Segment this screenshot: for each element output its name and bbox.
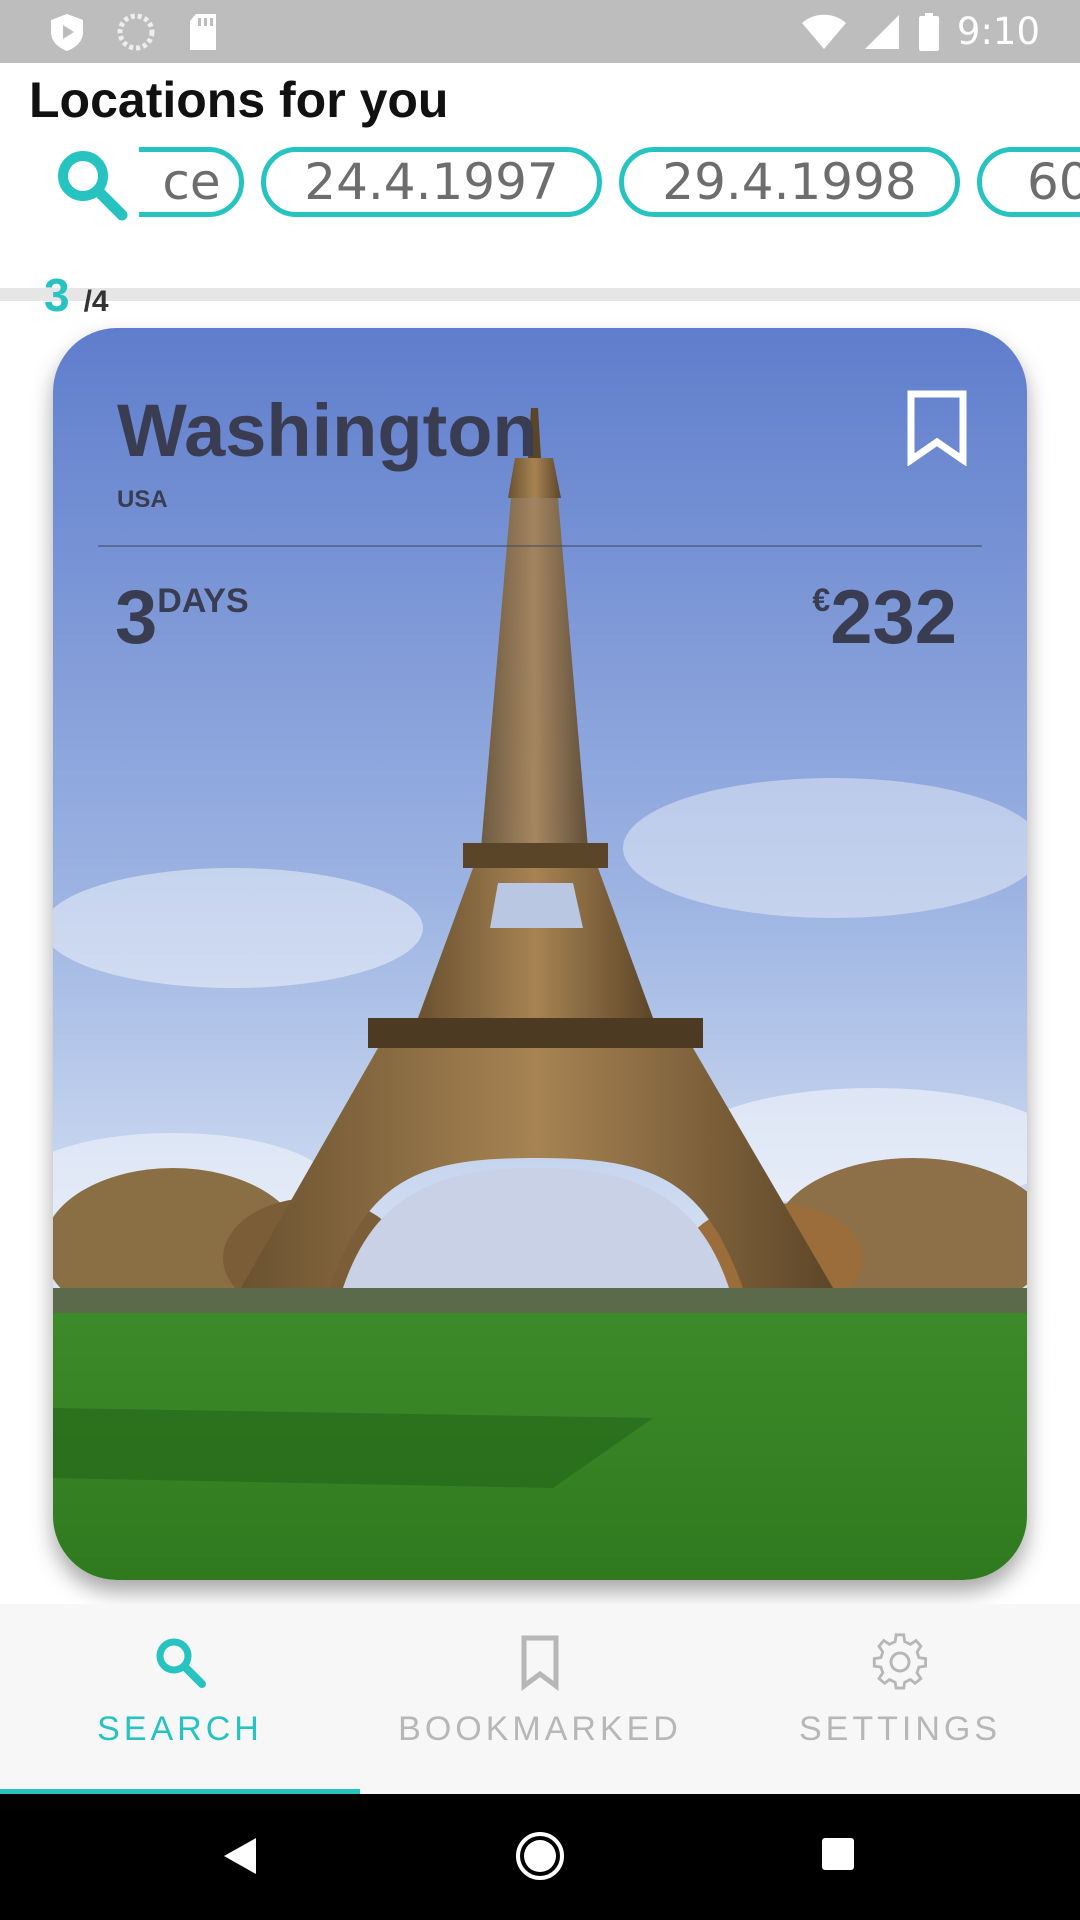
search-button[interactable] (52, 145, 132, 225)
recents-icon[interactable] (820, 1836, 856, 1872)
counter-current: 3 (44, 269, 70, 321)
gear-icon (872, 1633, 928, 1690)
eiffel-tower-photo (53, 328, 1027, 1580)
bookmark-icon (521, 1635, 559, 1691)
back-icon[interactable] (222, 1836, 258, 1876)
nav-tab-search[interactable]: SEARCH (0, 1604, 360, 1794)
card-duration: 3 DAYS (115, 578, 249, 658)
chip-label: ce (162, 153, 221, 211)
card-price: € 232 (812, 578, 957, 658)
nav-tab-bookmarked[interactable]: BOOKMARKED (360, 1604, 720, 1794)
price-currency: € (812, 582, 831, 618)
signal-icon (864, 14, 899, 49)
filter-chips: ce 24.4.1997 29.4.1998 60 (139, 147, 1080, 217)
wifi-icon (801, 14, 846, 49)
bookmark-button[interactable] (905, 390, 969, 467)
header: Locations for you ce 24.4.1997 29.4.1998… (0, 63, 1080, 301)
status-bar: 9:10 (0, 0, 1080, 63)
page-title: Locations for you (29, 72, 449, 128)
days-unit: DAYS (157, 582, 249, 620)
nav-label-settings: SETTINGS (798, 1710, 1002, 1748)
price-value: 232 (830, 575, 957, 660)
status-bar-notifications (48, 12, 220, 52)
chip-label: 60 (1027, 153, 1080, 211)
bottom-navigation: SEARCH BOOKMARKED SETTINGS (0, 1604, 1080, 1794)
search-icon (156, 1638, 206, 1688)
chip-label: 24.4.1997 (304, 153, 559, 211)
status-time: 9:10 (956, 10, 1040, 53)
location-card[interactable]: Washington USA 3 DAYS € 232 (53, 328, 1027, 1580)
header-divider (0, 288, 1080, 301)
play-protect-icon (51, 14, 83, 51)
nav-label-bookmarked: BOOKMARKED (398, 1710, 682, 1748)
card-city: Washington (117, 389, 538, 472)
system-navigation-bar (0, 1794, 1080, 1920)
filter-chip-location[interactable]: ce (139, 147, 244, 217)
counter-total: /4 (83, 285, 109, 318)
search-icon (58, 151, 128, 221)
filter-chip-start-date[interactable]: 24.4.1997 (261, 147, 602, 217)
sd-card-icon (190, 14, 216, 50)
bookmark-outline-icon (907, 390, 967, 467)
card-country: USA (117, 486, 168, 513)
card-counter: 3 /4 (44, 268, 109, 322)
filter-chip-end-date[interactable]: 29.4.1998 (619, 147, 960, 217)
status-bar-system: 9:10 (801, 10, 1040, 53)
card-divider (98, 545, 982, 547)
days-number: 3 (115, 575, 158, 660)
sync-icon (117, 13, 155, 51)
home-icon[interactable] (514, 1830, 566, 1882)
app-screen: 9:10 Locations for you ce 24.4.1997 29.4… (0, 0, 1080, 1920)
battery-icon (918, 12, 939, 51)
nav-tab-settings[interactable]: SETTINGS (720, 1604, 1080, 1794)
filter-chip-budget[interactable]: 60 (977, 147, 1080, 217)
chip-label: 29.4.1998 (662, 153, 917, 211)
nav-label-search: SEARCH (97, 1710, 263, 1748)
